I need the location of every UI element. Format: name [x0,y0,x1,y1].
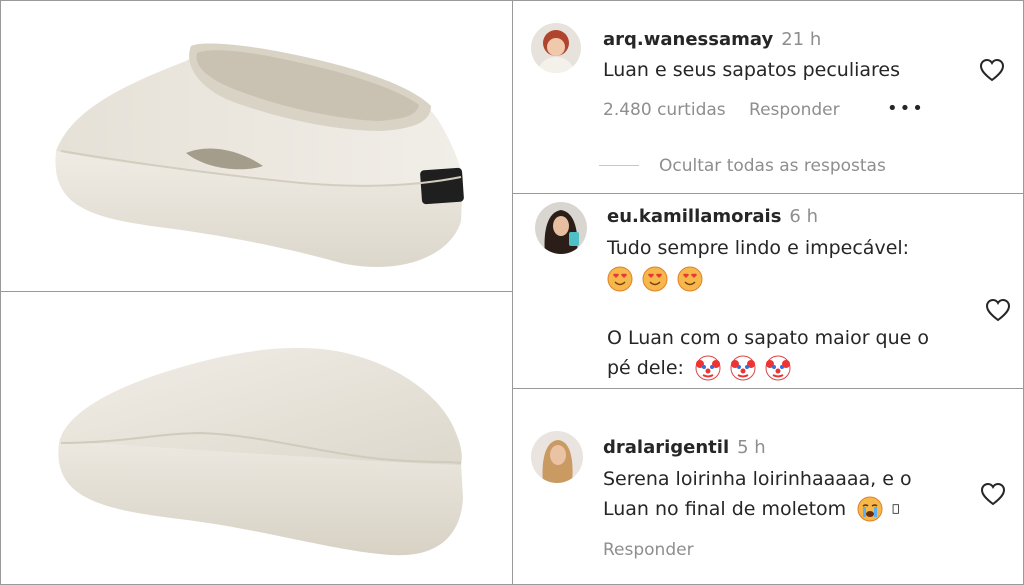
comment-1: arq.wanessamay 21 h Luan e seus sapatos p… [513,1,1024,193]
avatar[interactable] [535,202,587,254]
hide-replies-button[interactable]: Ocultar todas as respostas [659,156,886,176]
comment-meta: Responder [603,540,712,560]
comment-time: 21 h [781,29,822,50]
reply-button[interactable]: Responder [603,540,694,560]
avatar[interactable] [531,23,581,73]
comment-text-line-2: O Luan com o sapato maior que o [607,327,930,349]
hide-replies-line [599,165,639,166]
comment-text-line-1: Serena loirinha loirinhaaaaa, e o [603,468,912,490]
comment-time: 6 h [789,206,819,227]
reply-button[interactable]: Responder [749,100,840,120]
heart-icon[interactable] [985,298,1011,322]
comment-username[interactable]: dralarigentil 5 h [603,437,766,458]
smiling-face-with-heart-eyes-icon [607,266,633,292]
unknown-glyph-icon [893,504,900,514]
heart-icon[interactable] [979,58,1005,82]
smiling-face-with-heart-eyes-icon [677,266,703,292]
comment-3: dralarigentil 5 h Serena loirinha loirinh… [513,389,1024,584]
comment-time: 5 h [737,437,766,458]
comment-text-line-1: Tudo sempre lindo e impecável: [607,237,910,259]
clown-face-icon [730,355,756,381]
comment-text-line-2: Luan no final de moletom [603,498,847,520]
comment-text-line-3: pé dele: [607,357,684,379]
loudly-crying-face-icon [857,496,883,522]
comment-meta: 2.480 curtidas Responder [603,100,858,120]
comment-2: eu.kamillamorais 6 h Tudo sempre lindo e … [513,194,1024,388]
emoji-row-2: pé dele: [607,354,795,382]
smiling-face-with-heart-eyes-icon [642,266,668,292]
heart-icon[interactable] [980,482,1006,506]
more-options-button[interactable]: ••• [887,98,925,119]
emoji-row-1 [607,266,707,292]
likes-count[interactable]: 2.480 curtidas [603,100,726,120]
comment-text-line-2-row: Luan no final de moletom [603,495,910,523]
collage-frame: arq.wanessamay 21 h Luan e seus sapatos p… [0,0,1024,585]
clown-face-icon [765,355,791,381]
comment-username[interactable]: eu.kamillamorais 6 h [607,206,818,227]
avatar[interactable] [531,431,583,483]
comment-text: Luan e seus sapatos peculiares [603,59,900,81]
comment-username[interactable]: arq.wanessamay 21 h [603,29,821,50]
clown-face-icon [695,355,721,381]
